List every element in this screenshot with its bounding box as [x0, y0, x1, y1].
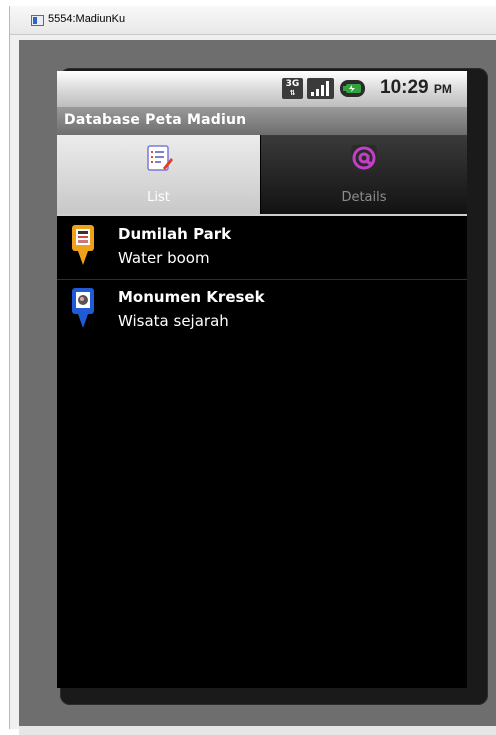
list-item[interactable]: Dumilah Park Water boom — [57, 217, 467, 279]
list-item-title: Monumen Kresek — [118, 288, 265, 306]
list-item[interactable]: Monumen Kresek Wisata sejarah — [57, 279, 467, 342]
device-screen: 3G ⇅ 10:29 PM Database Peta Madiun List … — [57, 71, 467, 688]
at-sign-icon — [351, 145, 377, 171]
tab-bar: List Details — [57, 135, 467, 214]
window-app-icon — [31, 15, 44, 26]
tab-details-label: Details — [341, 190, 387, 205]
list-edit-icon — [146, 145, 173, 171]
status-time: 10:29 PM — [380, 77, 452, 98]
network-3g-icon: 3G ⇅ — [282, 78, 303, 99]
places-list: Dumilah Park Water boom Monumen Kresek W… — [57, 217, 467, 342]
app-title-bar: Database Peta Madiun — [57, 107, 467, 135]
status-bar: 3G ⇅ 10:29 PM — [57, 71, 467, 107]
tab-list-label: List — [147, 190, 170, 205]
window-titlebar: 5554:MadiunKu — [10, 6, 496, 35]
tab-divider — [57, 214, 467, 216]
signal-strength-icon — [307, 78, 334, 99]
tab-list[interactable]: List — [57, 135, 260, 214]
monument-pin-icon — [72, 288, 94, 328]
list-item-subtitle: Water boom — [118, 249, 210, 267]
window-title: 5554:MadiunKu — [48, 13, 126, 25]
list-item-subtitle: Wisata sejarah — [118, 312, 229, 330]
tab-details[interactable]: Details — [261, 135, 467, 214]
battery-charging-icon — [340, 80, 365, 97]
list-item-title: Dumilah Park — [118, 225, 232, 243]
park-pin-icon — [72, 225, 94, 265]
window-bottom-border — [19, 726, 496, 735]
app-title: Database Peta Madiun — [64, 112, 247, 128]
